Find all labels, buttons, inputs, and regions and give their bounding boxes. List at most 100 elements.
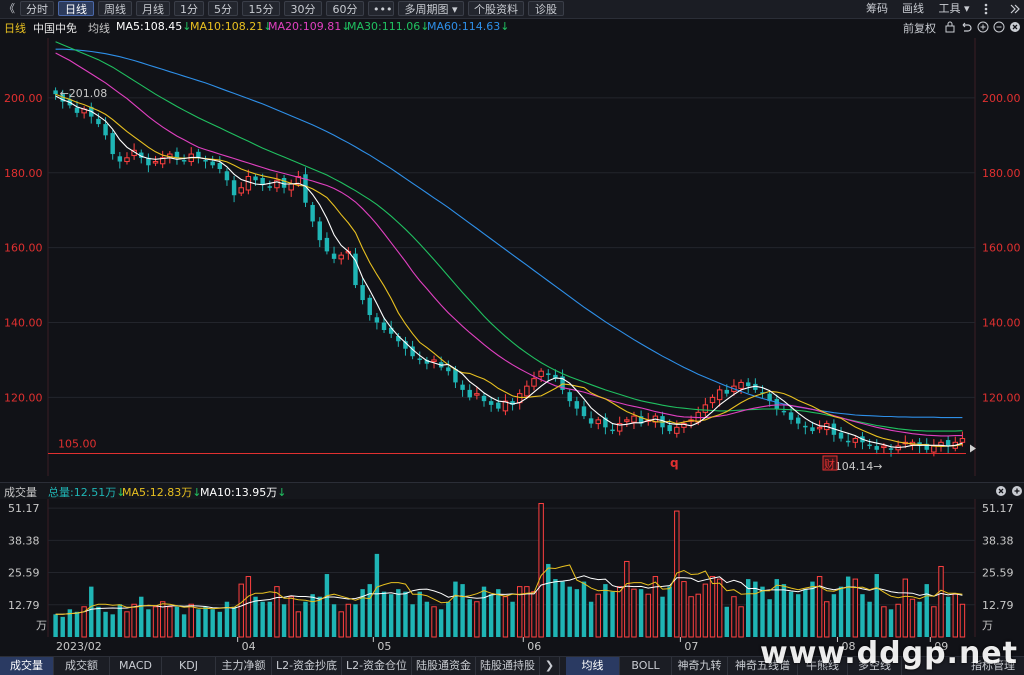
tab-l2-position[interactable]: L2-资金仓位 xyxy=(342,657,412,675)
tab-5min[interactable]: 5分 xyxy=(208,1,238,16)
price-tick-label-left: 200.00 xyxy=(4,92,43,105)
candle-body-up xyxy=(474,393,480,396)
tab-monthly[interactable]: 月线 xyxy=(136,1,170,16)
zoom-out-icon[interactable] xyxy=(993,21,1005,33)
chips-button[interactable]: 筹码 xyxy=(860,1,894,16)
zoom-in-icon[interactable] xyxy=(977,21,989,33)
volume-bar-up xyxy=(188,603,194,638)
price-tick-label-left: 120.00 xyxy=(4,391,43,404)
candle-body-up xyxy=(431,359,437,362)
candle-body-down xyxy=(381,322,387,330)
volume-bar-down xyxy=(860,594,865,637)
candle-body-down xyxy=(331,253,337,259)
volume-bar-down xyxy=(560,581,565,637)
volume-bar-down xyxy=(553,579,558,637)
tab-turnover[interactable]: 成交额 xyxy=(54,657,110,675)
tab-main-net[interactable]: 主力净额 xyxy=(216,657,272,675)
volume-bar-up xyxy=(652,576,659,638)
more-options-icon[interactable] xyxy=(980,3,992,15)
candle-body-up xyxy=(338,254,344,260)
ma30-value: MA30:111.06↓ xyxy=(347,20,430,33)
volume-bar-up xyxy=(431,606,437,638)
candle-body-down xyxy=(310,204,315,222)
tab-ma[interactable]: 均线 xyxy=(566,657,620,675)
ma30-line xyxy=(55,41,963,432)
candle-body-down xyxy=(374,317,380,323)
forward-icon[interactable] xyxy=(1008,3,1020,15)
tab-kdj[interactable]: KDJ xyxy=(162,657,216,675)
tab-hk-flow[interactable]: 陆股通资金 xyxy=(412,657,476,675)
diagnose-button[interactable]: 诊股 xyxy=(528,1,564,16)
tab-boll[interactable]: BOLL xyxy=(620,657,672,675)
volume-bar-up xyxy=(695,593,701,638)
multi-period-dropdown[interactable]: 多周期图 ▾ xyxy=(398,1,464,16)
tab-60min[interactable]: 60分 xyxy=(326,1,364,16)
tab-weekly[interactable]: 周线 xyxy=(98,1,132,16)
price-tick-label-right: 200.00 xyxy=(982,92,1021,105)
ma20-value: MA20:109.81↓ xyxy=(268,20,351,33)
volume-bar-down xyxy=(874,574,879,637)
lock-icon[interactable] xyxy=(944,21,956,33)
volume-tick-label-left: 51.17 xyxy=(8,502,40,515)
volume-bar-down xyxy=(546,563,551,637)
back-button[interactable]: 《 xyxy=(4,1,15,16)
volume-bar-down xyxy=(231,606,237,637)
candle-body-down xyxy=(174,151,180,158)
tab-15min[interactable]: 15分 xyxy=(242,1,280,16)
draw-button[interactable]: 画线 xyxy=(896,1,930,16)
tab-daily[interactable]: 日线 xyxy=(58,1,94,16)
candle-body-down xyxy=(774,398,779,409)
volume-bar-down xyxy=(667,586,672,637)
price-chart[interactable]: 200.00 200.00 180.00 180.00 160.00 160.00 140.… xyxy=(0,36,1024,482)
tab-30min[interactable]: 30分 xyxy=(284,1,322,16)
candle-body-up xyxy=(959,438,966,443)
candle-body-up xyxy=(716,389,723,401)
volume-bar-down xyxy=(303,601,308,637)
volume-bar-up xyxy=(959,603,966,638)
volume-bar-down xyxy=(453,581,458,637)
volume-bar-down xyxy=(467,599,472,637)
volume-close-icon[interactable] xyxy=(995,485,1007,497)
tab-fenshi[interactable]: 分时 xyxy=(20,1,54,16)
volume-bar-down xyxy=(260,601,265,637)
candle-body-down xyxy=(567,392,572,402)
candle-body-down xyxy=(745,382,751,387)
candle-body-down xyxy=(803,425,808,428)
candle-body-up xyxy=(238,187,244,194)
volume-bar-down xyxy=(481,586,487,637)
volume-bar-up xyxy=(938,565,944,638)
volume-bar-down xyxy=(774,579,779,637)
candle-body-up xyxy=(245,176,252,191)
volume-bar-up xyxy=(909,598,916,638)
volume-tick-label-right: 51.17 xyxy=(982,502,1014,515)
more-periods-button[interactable]: ••• xyxy=(368,1,394,16)
month-label: 06 xyxy=(527,640,541,653)
volume-total: 总量:12.51万↓ xyxy=(48,486,126,499)
volume-bar-down xyxy=(781,584,787,637)
close-icon[interactable] xyxy=(1009,21,1021,33)
candle-body-down xyxy=(467,389,472,398)
volume-bar-down xyxy=(374,553,380,637)
tab-magic-nine[interactable]: 神奇九转 xyxy=(672,657,728,675)
tab-macd[interactable]: MACD xyxy=(110,657,162,675)
tab-volume[interactable]: 成交量 xyxy=(0,657,54,675)
tab-l2-bottom[interactable]: L2-资金抄底 xyxy=(272,657,342,675)
restore-mode-button[interactable]: 前复权 xyxy=(903,20,936,36)
tab-hk-holding[interactable]: 陆股通持股 xyxy=(476,657,540,675)
volume-bar-down xyxy=(60,616,65,637)
tools-dropdown[interactable]: 工具 ▾ xyxy=(932,1,976,16)
ma20-line xyxy=(55,52,963,437)
candle-body-down xyxy=(110,133,115,155)
candle-body-down xyxy=(360,285,365,301)
undo-icon[interactable] xyxy=(960,21,972,33)
tab-1min[interactable]: 1分 xyxy=(174,1,204,16)
volume-chart[interactable]: 51.17 51.17 38.38 38.38 25.59 25.59 12.79 12.79… xyxy=(0,499,1024,656)
volume-label: 成交量 xyxy=(4,486,37,499)
tabs-scroll-arrow[interactable]: ❯ xyxy=(540,657,560,675)
volume-bar-down xyxy=(110,614,115,637)
price-tick-label-left: 140.00 xyxy=(4,317,43,330)
stock-info-button[interactable]: 个股资料 xyxy=(468,1,524,16)
volume-add-icon[interactable] xyxy=(1011,485,1023,497)
candle-body-down xyxy=(181,160,187,162)
candle-body-down xyxy=(667,425,672,432)
